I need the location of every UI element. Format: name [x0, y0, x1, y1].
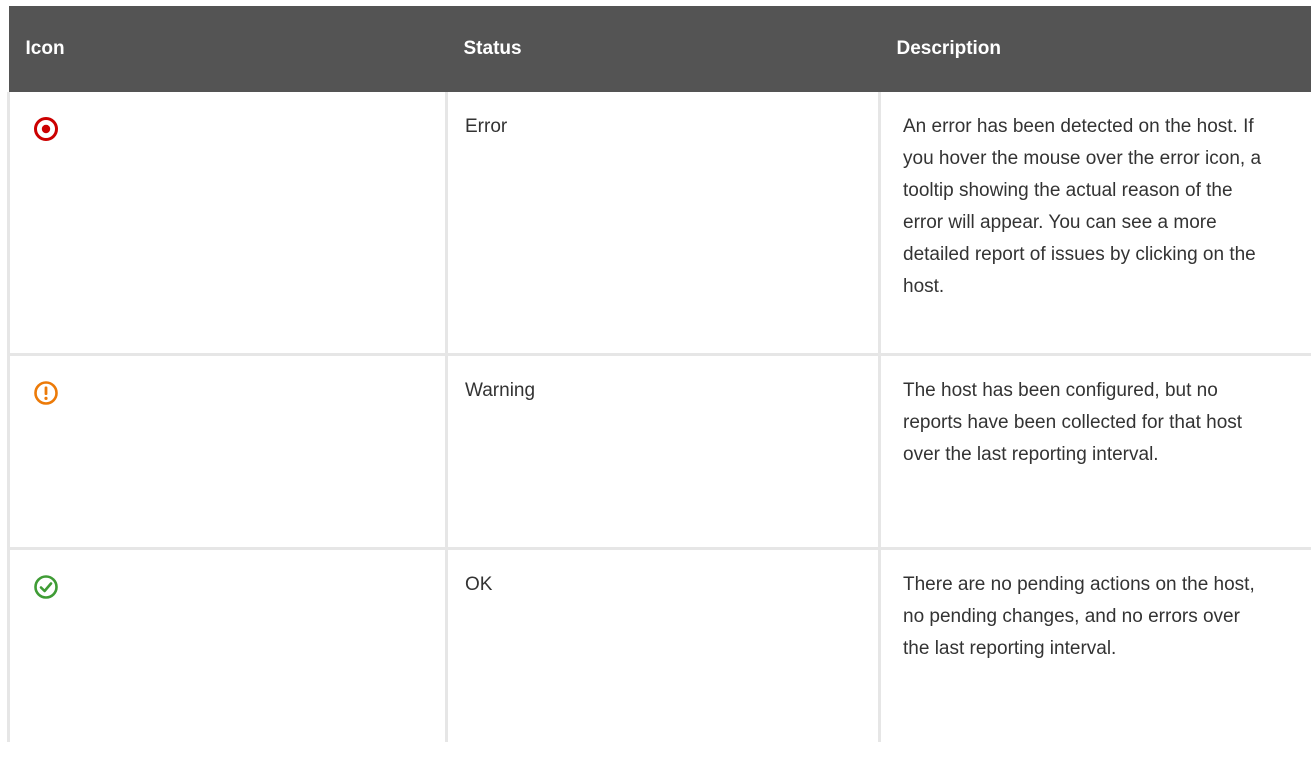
table-row: Warning The host has been configured, bu…	[7, 354, 1311, 550]
ok-icon	[33, 574, 59, 600]
table-body: Error An error has been detected on the …	[7, 92, 1311, 742]
description-cell: An error has been detected on the host. …	[879, 92, 1311, 356]
warning-icon	[33, 380, 59, 406]
header-row: Icon Status Description	[8, 6, 1311, 92]
error-icon	[33, 116, 59, 142]
status-icon-table: Icon Status Description Error An error h…	[7, 6, 1311, 742]
header-status: Status	[446, 6, 880, 92]
header-description: Description	[879, 6, 1311, 92]
description-cell: There are no pending actions on the host…	[879, 548, 1311, 742]
description-cell: The host has been configured, but no rep…	[879, 354, 1311, 550]
table-row: OK There are no pending actions on the h…	[7, 548, 1311, 742]
icon-cell	[7, 548, 448, 742]
icon-cell	[7, 92, 448, 356]
header-icon: Icon	[8, 6, 447, 92]
status-cell: Error	[446, 92, 881, 356]
table-row: Error An error has been detected on the …	[7, 92, 1311, 356]
table-header: Icon Status Description	[8, 6, 1311, 92]
status-cell: OK	[446, 548, 881, 742]
icon-cell	[7, 354, 448, 550]
status-cell: Warning	[446, 354, 881, 550]
